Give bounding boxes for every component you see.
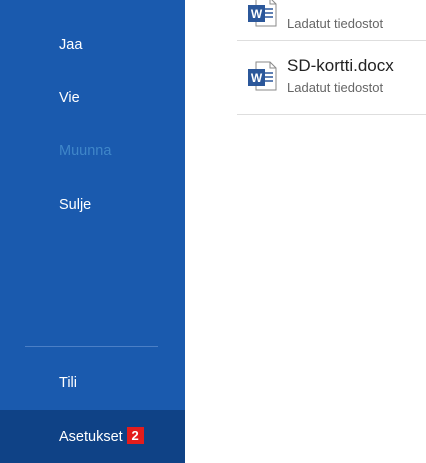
word-doc-icon: W bbox=[248, 61, 277, 91]
nav-item-account[interactable]: Tili bbox=[59, 375, 77, 391]
recent-files-panel: W Ladatut tiedostot W SD-kortti.docx Lad… bbox=[185, 0, 426, 463]
recent-file-item[interactable]: W Ladatut tiedostot bbox=[237, 0, 426, 41]
sidebar-divider bbox=[25, 346, 158, 347]
settings-label: Asetukset 2 bbox=[59, 427, 144, 445]
file-separator bbox=[237, 40, 426, 41]
recent-file-item[interactable]: W SD-kortti.docx Ladatut tiedostot bbox=[237, 49, 426, 105]
svg-text:W: W bbox=[251, 71, 263, 85]
callout-badge: 2 bbox=[126, 427, 144, 444]
svg-text:W: W bbox=[251, 7, 263, 21]
nav-item-export[interactable]: Vie bbox=[59, 90, 80, 106]
nav-item-share[interactable]: Jaa bbox=[59, 37, 82, 53]
nav-item-close[interactable]: Sulje bbox=[59, 197, 91, 213]
file-name: SD-kortti.docx bbox=[287, 56, 394, 75]
backstage-sidebar: Jaa Vie Muunna Sulje Tili Asetukset 2 bbox=[0, 0, 185, 463]
file-separator bbox=[237, 114, 426, 115]
file-location: Ladatut tiedostot bbox=[287, 16, 384, 31]
file-location: Ladatut tiedostot bbox=[287, 80, 384, 95]
settings-label-text: Asetukset bbox=[59, 429, 123, 445]
nav-item-settings[interactable]: Asetukset 2 bbox=[0, 410, 185, 463]
nav-item-transform: Muunna bbox=[59, 143, 112, 159]
word-doc-icon: W bbox=[248, 0, 277, 27]
